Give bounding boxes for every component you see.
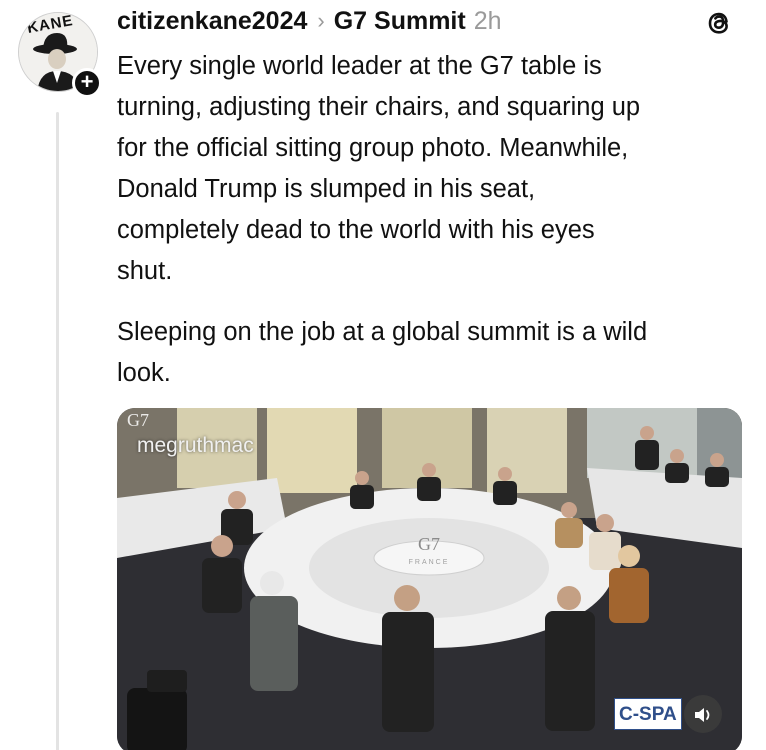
svg-text:G7: G7 — [127, 410, 149, 430]
post-body-paragraph-1: Every single world leader at the G7 tabl… — [117, 46, 757, 292]
post-line: Sleeping on the job at a global summit i… — [117, 318, 648, 346]
username-link[interactable]: citizenkane2024 — [117, 7, 307, 36]
video-watermark: megruthmac — [137, 434, 254, 457]
topic-link[interactable]: G7 Summit — [334, 7, 466, 36]
post-header: citizenkane2024 › G7 Summit 2h — [117, 4, 502, 38]
post-line: Every single world leader at the G7 tabl… — [117, 52, 602, 80]
post-line: turning, adjusting their chairs, and squ… — [117, 93, 641, 121]
post-body-paragraph-2: Sleeping on the job at a global summit i… — [117, 312, 757, 394]
threads-logo-icon[interactable] — [702, 6, 736, 40]
follow-plus-icon[interactable]: + — [72, 68, 102, 98]
g7-table-logo: G7 — [418, 534, 440, 554]
thread-line — [56, 112, 59, 750]
speaker-icon[interactable] — [684, 695, 722, 733]
post-line: completely dead to the world with his ey… — [117, 216, 595, 244]
post-timestamp: 2h — [473, 6, 502, 35]
broadcaster-logo: C-SPA — [614, 698, 682, 730]
g7-table-logo-sub: FRANCE — [409, 559, 450, 566]
post-line: shut. — [117, 257, 173, 285]
post-video[interactable]: G7 FRANCE G7 megruthmac C-SPA — [117, 408, 742, 750]
chevron-right-icon: › — [317, 8, 325, 33]
post-line: look. — [117, 359, 171, 387]
post-line: Donald Trump is slumped in his seat, — [117, 175, 536, 203]
post-line: for the official sitting group photo. Me… — [117, 134, 629, 162]
